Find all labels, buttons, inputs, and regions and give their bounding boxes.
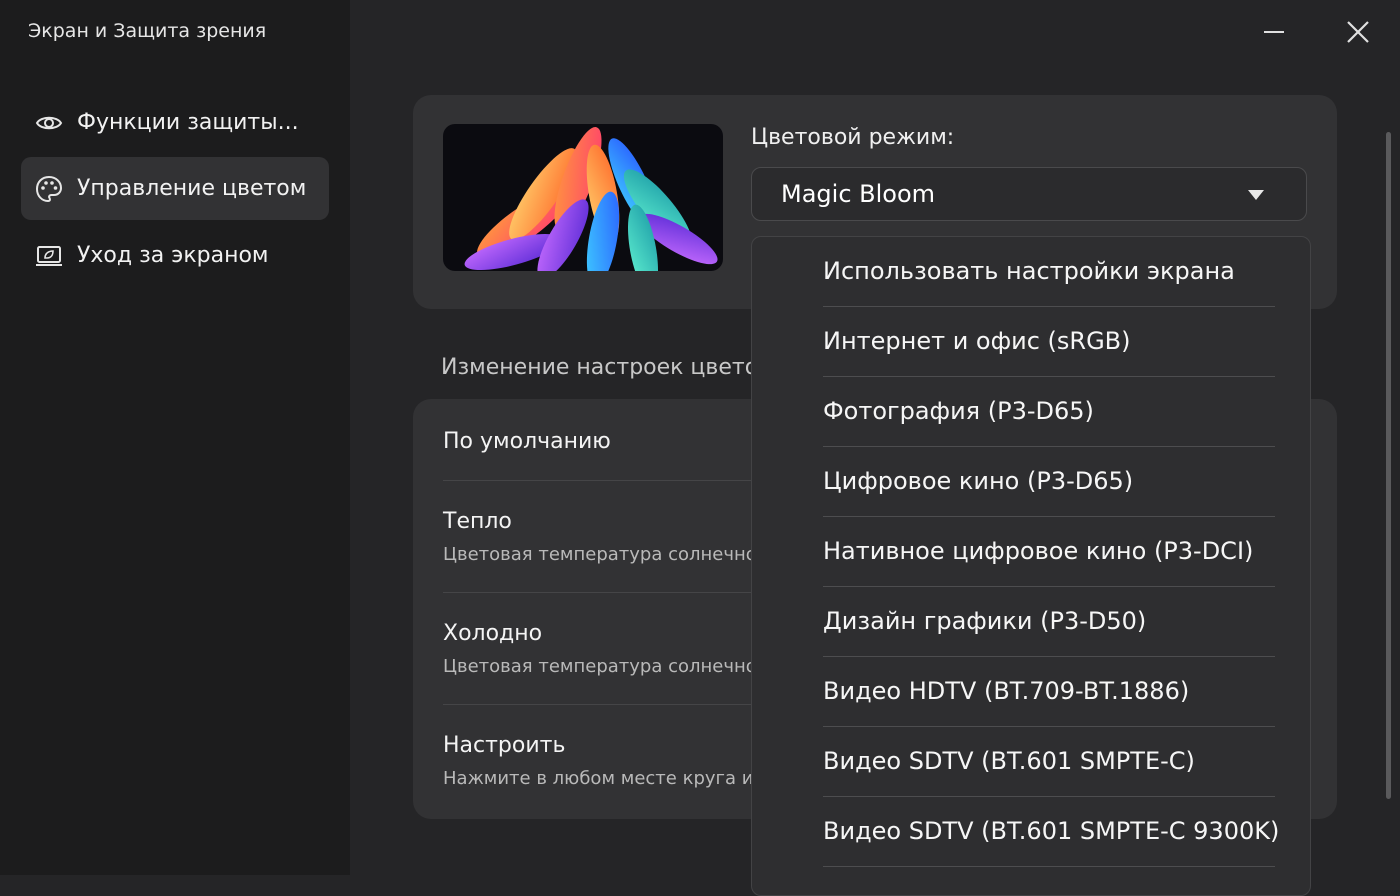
dropdown-item[interactable]: Интернет и офис (sRGB) [823, 307, 1275, 377]
app-title: Экран и Защита зрения [28, 20, 267, 42]
color-mode-value: Magic Bloom [781, 180, 936, 208]
dropdown-item[interactable]: Дизайн графики (P3-D50) [823, 587, 1275, 657]
dropdown-item-label: Дизайн графики (P3-D50) [823, 607, 1147, 635]
sidebar-item-label: Функции защиты... [77, 110, 299, 135]
sidebar-item-label: Управление цветом [77, 176, 307, 201]
section-title: Изменение настроек цвето [441, 355, 759, 380]
sidebar-item-label: Уход за экраном [77, 243, 269, 268]
scrollbar[interactable] [1386, 132, 1391, 799]
preview-image [443, 124, 723, 271]
dropdown-item[interactable]: Видео HDTV (BT.709-BT.1886) [823, 657, 1275, 727]
dropdown-item-label: Интернет и офис (sRGB) [823, 327, 1131, 355]
divider [823, 866, 1275, 867]
close-icon[interactable] [1340, 14, 1376, 50]
sidebar-item-eye-protection[interactable]: Функции защиты... [21, 91, 329, 154]
sidebar: Экран и Защита зрения Функции защиты... … [0, 0, 350, 875]
dropdown-item-label: Цифровое кино (P3-D65) [823, 467, 1134, 495]
color-mode-dropdown: Использовать настройки экрана Интернет и… [751, 236, 1311, 896]
dropdown-item[interactable]: Цифровое кино (P3-D65) [823, 447, 1275, 517]
dropdown-item[interactable]: Фотография (P3-D65) [823, 377, 1275, 447]
eye-icon [35, 116, 63, 129]
dropdown-item-label: Нативное цифровое кино (P3-DCI) [823, 537, 1254, 565]
minimize-icon[interactable] [1256, 14, 1292, 50]
dropdown-item[interactable]: Видео SDTV (BT.601 SMPTE-C 9300K) [823, 797, 1279, 867]
dropdown-item-label: Фотография (P3-D65) [823, 397, 1094, 425]
color-mode-select[interactable]: Magic Bloom [751, 167, 1307, 221]
screen-care-icon [36, 245, 62, 266]
palette-icon [35, 175, 63, 202]
caret-down-icon [1248, 190, 1264, 200]
dropdown-item[interactable]: Использовать настройки экрана [823, 237, 1275, 307]
sidebar-item-screen-care[interactable]: Уход за экраном [21, 224, 329, 287]
dropdown-item-label: Видео HDTV (BT.709-BT.1886) [823, 677, 1190, 705]
dropdown-item[interactable]: Нативное цифровое кино (P3-DCI) [823, 517, 1275, 587]
sidebar-item-color-management[interactable]: Управление цветом [21, 157, 329, 220]
dropdown-item-label: Видео SDTV (BT.601 SMPTE-C 9300K) [823, 817, 1280, 845]
color-mode-label: Цветовой режим: [751, 125, 955, 150]
dropdown-item[interactable]: Видео SDTV (BT.601 SMPTE-C) [823, 727, 1275, 797]
dropdown-item-label: Использовать настройки экрана [823, 257, 1235, 285]
dropdown-item-label: Видео SDTV (BT.601 SMPTE-C) [823, 747, 1195, 775]
